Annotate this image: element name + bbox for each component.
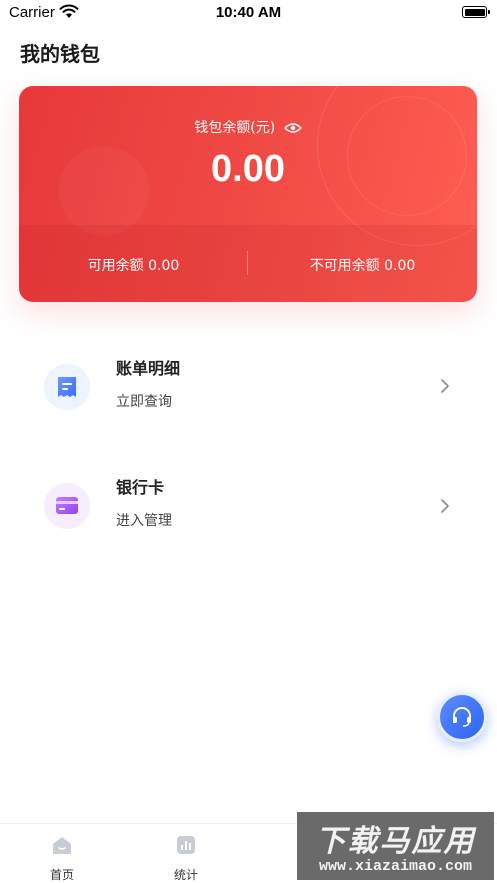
customer-service-button[interactable] [437, 692, 487, 742]
watermark-url: www.xiazaimao.com [318, 858, 473, 875]
tab-label: 首页 [49, 868, 74, 882]
tab-home[interactable]: 首页 [22, 834, 102, 883]
watermark: 下载马应用 www.xiazaimao.com [297, 812, 494, 880]
headset-icon [453, 707, 471, 727]
menu-item-title: 银行卡 [116, 478, 165, 497]
bill-icon [58, 377, 76, 397]
balance-label: 钱包余额(元) [194, 120, 276, 136]
wallet-balance-card: 钱包余额(元) 0.00 可用余额 0.00 不可用余额 0.00 [19, 86, 477, 302]
chevron-right-icon [441, 379, 449, 393]
tab-stats[interactable]: 统计 [146, 834, 226, 883]
eye-icon[interactable] [283, 122, 302, 134]
menu-item-bill-details[interactable]: 账单明细 立即查询 [40, 338, 460, 438]
available-balance: 可用余额 0.00 [87, 258, 180, 274]
balance-label-row: 钱包余额(元) [19, 117, 477, 137]
battery-icon [462, 6, 490, 18]
menu-item-title: 账单明细 [116, 359, 181, 378]
status-time: 10:40 AM [215, 4, 282, 21]
menu-item-bank-card[interactable]: 银行卡 进入管理 [40, 458, 460, 558]
home-icon [53, 837, 71, 854]
balance-amount: 0.00 [211, 148, 285, 190]
status-bar: Carrier 10:40 AM [0, 0, 497, 26]
balance-breakdown: 可用余额 0.00 不可用余额 0.00 [19, 225, 477, 302]
stats-icon [177, 836, 195, 854]
watermark-logo-text: 下载马应用 [315, 824, 476, 859]
tab-label: 统计 [173, 868, 198, 882]
bank-card-icon [56, 497, 78, 514]
bill-icon-wrap [44, 364, 90, 410]
bank-card-icon-wrap [44, 483, 90, 529]
menu-item-subtitle: 立即查询 [116, 394, 172, 410]
unavailable-balance: 不可用余额 0.00 [309, 258, 416, 274]
page-title: 我的钱包 [20, 42, 100, 66]
menu-item-subtitle: 进入管理 [116, 513, 172, 529]
chevron-right-icon [441, 499, 449, 513]
